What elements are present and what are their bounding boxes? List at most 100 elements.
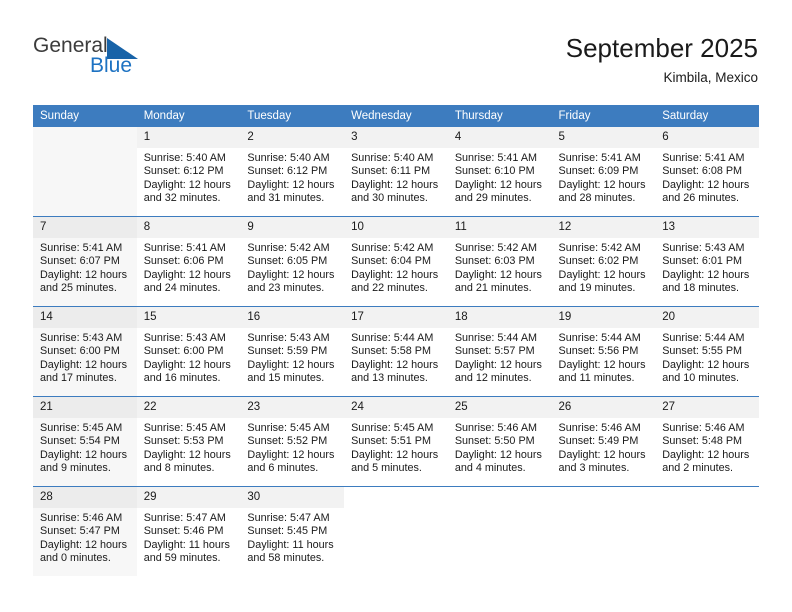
day-number: 15 <box>136 307 241 328</box>
daylight-text-line2: and 17 minutes. <box>40 372 117 385</box>
day-details: Sunrise: 5:45 AM Sunset: 5:52 PM Daylight:… <box>240 418 344 476</box>
calendar-day-cell[interactable]: 28 Sunrise: 5:46 AM Sunset: 5:47 PM Dayligh… <box>33 486 137 576</box>
calendar-day-cell[interactable]: 30 Sunrise: 5:47 AM Sunset: 5:45 PM Dayligh… <box>240 486 345 576</box>
calendar-day-cell[interactable]: 9 Sunrise: 5:42 AM Sunset: 6:05 PM Daylight… <box>240 216 345 307</box>
sunrise-text: Sunrise: 5:40 AM <box>351 152 434 164</box>
daylight-text-line1: Daylight: 12 hours <box>454 268 542 281</box>
daylight-text-line2: and 16 minutes. <box>143 372 221 385</box>
daylight-text-line2: and 21 minutes. <box>454 282 532 295</box>
day-number: 19 <box>551 307 656 328</box>
sunrise-text: Sunrise: 5:43 AM <box>247 332 330 344</box>
daylight-text-line2: and 12 minutes. <box>454 372 532 385</box>
calendar-day-cell[interactable]: 11 Sunrise: 5:42 AM Sunset: 6:03 PM Dayligh… <box>447 216 552 307</box>
day-number: 30 <box>240 487 345 508</box>
sunset-text: Sunset: 5:45 PM <box>247 525 328 538</box>
calendar-day-cell[interactable]: 17 Sunrise: 5:44 AM Sunset: 5:58 PM Dayligh… <box>344 306 448 397</box>
sunset-text: Sunset: 5:48 PM <box>662 435 743 448</box>
daylight-text-line2: and 6 minutes. <box>247 462 319 475</box>
calendar-day-cell[interactable]: 7 Sunrise: 5:41 AM Sunset: 6:07 PM Daylight… <box>33 216 137 307</box>
calendar-day-cell[interactable]: 27 Sunrise: 5:46 AM Sunset: 5:48 PM Dayligh… <box>655 396 759 487</box>
daylight-text-line2: and 59 minutes. <box>143 552 221 565</box>
calendar-day-cell[interactable]: 26 Sunrise: 5:46 AM Sunset: 5:49 PM Dayligh… <box>551 396 656 487</box>
calendar-day-cell[interactable]: 12 Sunrise: 5:42 AM Sunset: 6:02 PM Dayligh… <box>551 216 656 307</box>
sunrise-text: Sunrise: 5:46 AM <box>558 422 641 434</box>
weekday-header-friday: Friday <box>551 105 656 127</box>
calendar-cell-empty <box>551 486 656 576</box>
daylight-text-line1: Daylight: 12 hours <box>351 178 439 191</box>
sunset-text: Sunset: 5:47 PM <box>40 525 120 538</box>
calendar-day-cell[interactable]: 29 Sunrise: 5:47 AM Sunset: 5:46 PM Dayligh… <box>136 486 241 576</box>
sunrise-text: Sunrise: 5:45 AM <box>351 422 434 434</box>
day-details: Sunrise: 5:41 AM Sunset: 6:10 PM Daylight:… <box>448 148 552 206</box>
logo-word-blue: Blue <box>90 54 133 77</box>
daylight-text-line1: Daylight: 12 hours <box>454 358 542 371</box>
calendar-day-cell[interactable]: 15 Sunrise: 5:43 AM Sunset: 6:00 PM Dayligh… <box>136 306 241 397</box>
sunrise-text: Sunrise: 5:46 AM <box>40 512 123 524</box>
weekday-header-saturday: Saturday <box>655 105 759 127</box>
day-details: Sunrise: 5:41 AM Sunset: 6:08 PM Daylight:… <box>655 148 759 206</box>
sunset-text: Sunset: 5:56 PM <box>558 345 639 358</box>
calendar-day-cell[interactable]: 13 Sunrise: 5:43 AM Sunset: 6:01 PM Dayligh… <box>655 216 759 307</box>
day-number: 9 <box>240 217 345 238</box>
sunrise-text: Sunrise: 5:44 AM <box>454 332 538 344</box>
calendar-day-cell[interactable]: 20 Sunrise: 5:44 AM Sunset: 5:55 PM Dayligh… <box>655 306 759 397</box>
day-number <box>344 487 448 508</box>
calendar-day-cell[interactable]: 21 Sunrise: 5:45 AM Sunset: 5:54 PM Dayligh… <box>33 396 137 487</box>
daylight-text-line1: Daylight: 12 hours <box>247 268 335 281</box>
day-number: 18 <box>447 307 552 328</box>
daylight-text-line1: Daylight: 12 hours <box>454 448 542 461</box>
calendar-day-cell[interactable]: 24 Sunrise: 5:45 AM Sunset: 5:51 PM Dayligh… <box>344 396 448 487</box>
sunset-text: Sunset: 5:59 PM <box>247 345 328 358</box>
calendar-cell-empty <box>33 127 137 217</box>
calendar-day-cell[interactable]: 18 Sunrise: 5:44 AM Sunset: 5:57 PM Dayligh… <box>447 306 552 397</box>
daylight-text-line2: and 9 minutes. <box>40 462 111 475</box>
calendar-body: 1 Sunrise: 5:40 AM Sunset: 6:12 PM Daylight… <box>33 127 759 576</box>
calendar-day-cell[interactable]: 25 Sunrise: 5:46 AM Sunset: 5:50 PM Dayligh… <box>447 396 552 487</box>
calendar-day-cell[interactable]: 6 Sunrise: 5:41 AM Sunset: 6:08 PM Daylight… <box>655 127 759 217</box>
sunset-text: Sunset: 6:12 PM <box>143 165 224 178</box>
sunrise-text: Sunrise: 5:44 AM <box>351 332 434 344</box>
calendar-day-cell[interactable]: 22 Sunrise: 5:45 AM Sunset: 5:53 PM Dayligh… <box>136 396 241 487</box>
calendar-day-cell[interactable]: 4 Sunrise: 5:41 AM Sunset: 6:10 PM Daylight… <box>447 127 552 217</box>
calendar-day-cell[interactable]: 2 Sunrise: 5:40 AM Sunset: 6:12 PM Daylight… <box>240 127 345 217</box>
calendar-day-cell[interactable]: 5 Sunrise: 5:41 AM Sunset: 6:09 PM Daylight… <box>551 127 656 217</box>
daylight-text-line1: Daylight: 12 hours <box>143 358 231 371</box>
sunset-text: Sunset: 5:46 PM <box>143 525 224 538</box>
sunrise-text: Sunrise: 5:42 AM <box>351 242 434 254</box>
weekday-header-monday: Monday <box>136 105 241 127</box>
sunset-text: Sunset: 6:10 PM <box>454 165 535 178</box>
calendar-week-row: 1 Sunrise: 5:40 AM Sunset: 6:12 PM Daylight… <box>33 127 759 217</box>
day-details: Sunrise: 5:44 AM Sunset: 5:56 PM Daylight:… <box>552 328 656 386</box>
sunset-text: Sunset: 6:00 PM <box>40 345 120 358</box>
calendar-day-cell[interactable]: 1 Sunrise: 5:40 AM Sunset: 6:12 PM Daylight… <box>136 127 241 217</box>
calendar-day-cell[interactable]: 16 Sunrise: 5:43 AM Sunset: 5:59 PM Dayligh… <box>240 306 345 397</box>
sunrise-text: Sunrise: 5:44 AM <box>558 332 641 344</box>
general-blue-logo: General Blue <box>33 34 163 84</box>
calendar-day-cell[interactable]: 8 Sunrise: 5:41 AM Sunset: 6:06 PM Daylight… <box>136 216 241 307</box>
day-number: 14 <box>33 307 137 328</box>
daylight-text-line1: Daylight: 12 hours <box>40 268 128 281</box>
weekday-header-tuesday: Tuesday <box>240 105 345 127</box>
calendar-day-cell[interactable]: 14 Sunrise: 5:43 AM Sunset: 6:00 PM Dayligh… <box>33 306 137 397</box>
daylight-text-line2: and 4 minutes. <box>454 462 526 475</box>
day-number: 12 <box>551 217 656 238</box>
day-details: Sunrise: 5:43 AM Sunset: 6:01 PM Daylight:… <box>655 238 759 296</box>
calendar-day-cell[interactable]: 10 Sunrise: 5:42 AM Sunset: 6:04 PM Dayligh… <box>344 216 448 307</box>
sunrise-text: Sunrise: 5:42 AM <box>247 242 330 254</box>
daylight-text-line1: Daylight: 12 hours <box>247 178 335 191</box>
day-details: Sunrise: 5:42 AM Sunset: 6:04 PM Daylight:… <box>344 238 448 296</box>
daylight-text-line2: and 24 minutes. <box>143 282 221 295</box>
calendar-day-cell[interactable]: 23 Sunrise: 5:45 AM Sunset: 5:52 PM Dayligh… <box>240 396 345 487</box>
calendar-week-row: 21 Sunrise: 5:45 AM Sunset: 5:54 PM Dayligh… <box>33 396 759 487</box>
day-number: 10 <box>344 217 448 238</box>
day-details: Sunrise: 5:43 AM Sunset: 6:00 PM Daylight:… <box>137 328 241 386</box>
sunset-text: Sunset: 6:01 PM <box>662 255 743 268</box>
sunrise-text: Sunrise: 5:41 AM <box>40 242 123 254</box>
calendar-day-cell[interactable]: 19 Sunrise: 5:44 AM Sunset: 5:56 PM Dayligh… <box>551 306 656 397</box>
day-number: 21 <box>33 397 137 418</box>
day-details: Sunrise: 5:46 AM Sunset: 5:47 PM Daylight:… <box>33 508 137 566</box>
sunset-text: Sunset: 6:05 PM <box>247 255 328 268</box>
daylight-text-line2: and 11 minutes. <box>558 372 635 385</box>
calendar-day-cell[interactable]: 3 Sunrise: 5:40 AM Sunset: 6:11 PM Daylight… <box>344 127 448 217</box>
daylight-text-line1: Daylight: 11 hours <box>143 538 230 551</box>
